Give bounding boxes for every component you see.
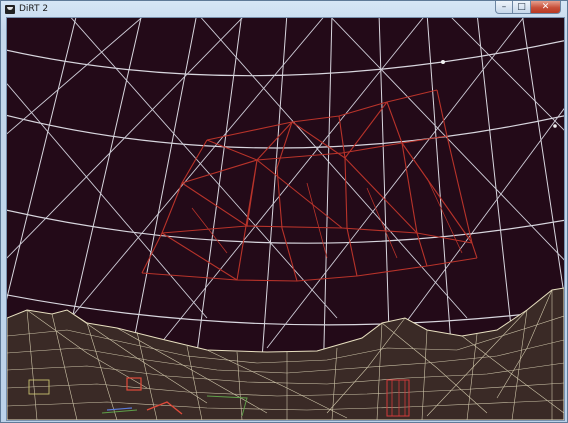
- window-controls: – □ ✕: [495, 1, 561, 14]
- maximize-button[interactable]: □: [513, 1, 531, 14]
- window-title: DiRT 2: [19, 4, 49, 14]
- close-button[interactable]: ✕: [531, 1, 561, 14]
- wireframe-scene: [7, 18, 564, 420]
- light-source: [553, 124, 557, 128]
- title-bar[interactable]: DiRT 2 – □ ✕: [1, 1, 567, 17]
- game-window: DiRT 2 – □ ✕: [0, 0, 568, 423]
- minimize-button[interactable]: –: [495, 1, 513, 14]
- dirt-app-icon[interactable]: [5, 4, 15, 14]
- light-source: [441, 60, 445, 64]
- game-viewport[interactable]: [6, 17, 565, 421]
